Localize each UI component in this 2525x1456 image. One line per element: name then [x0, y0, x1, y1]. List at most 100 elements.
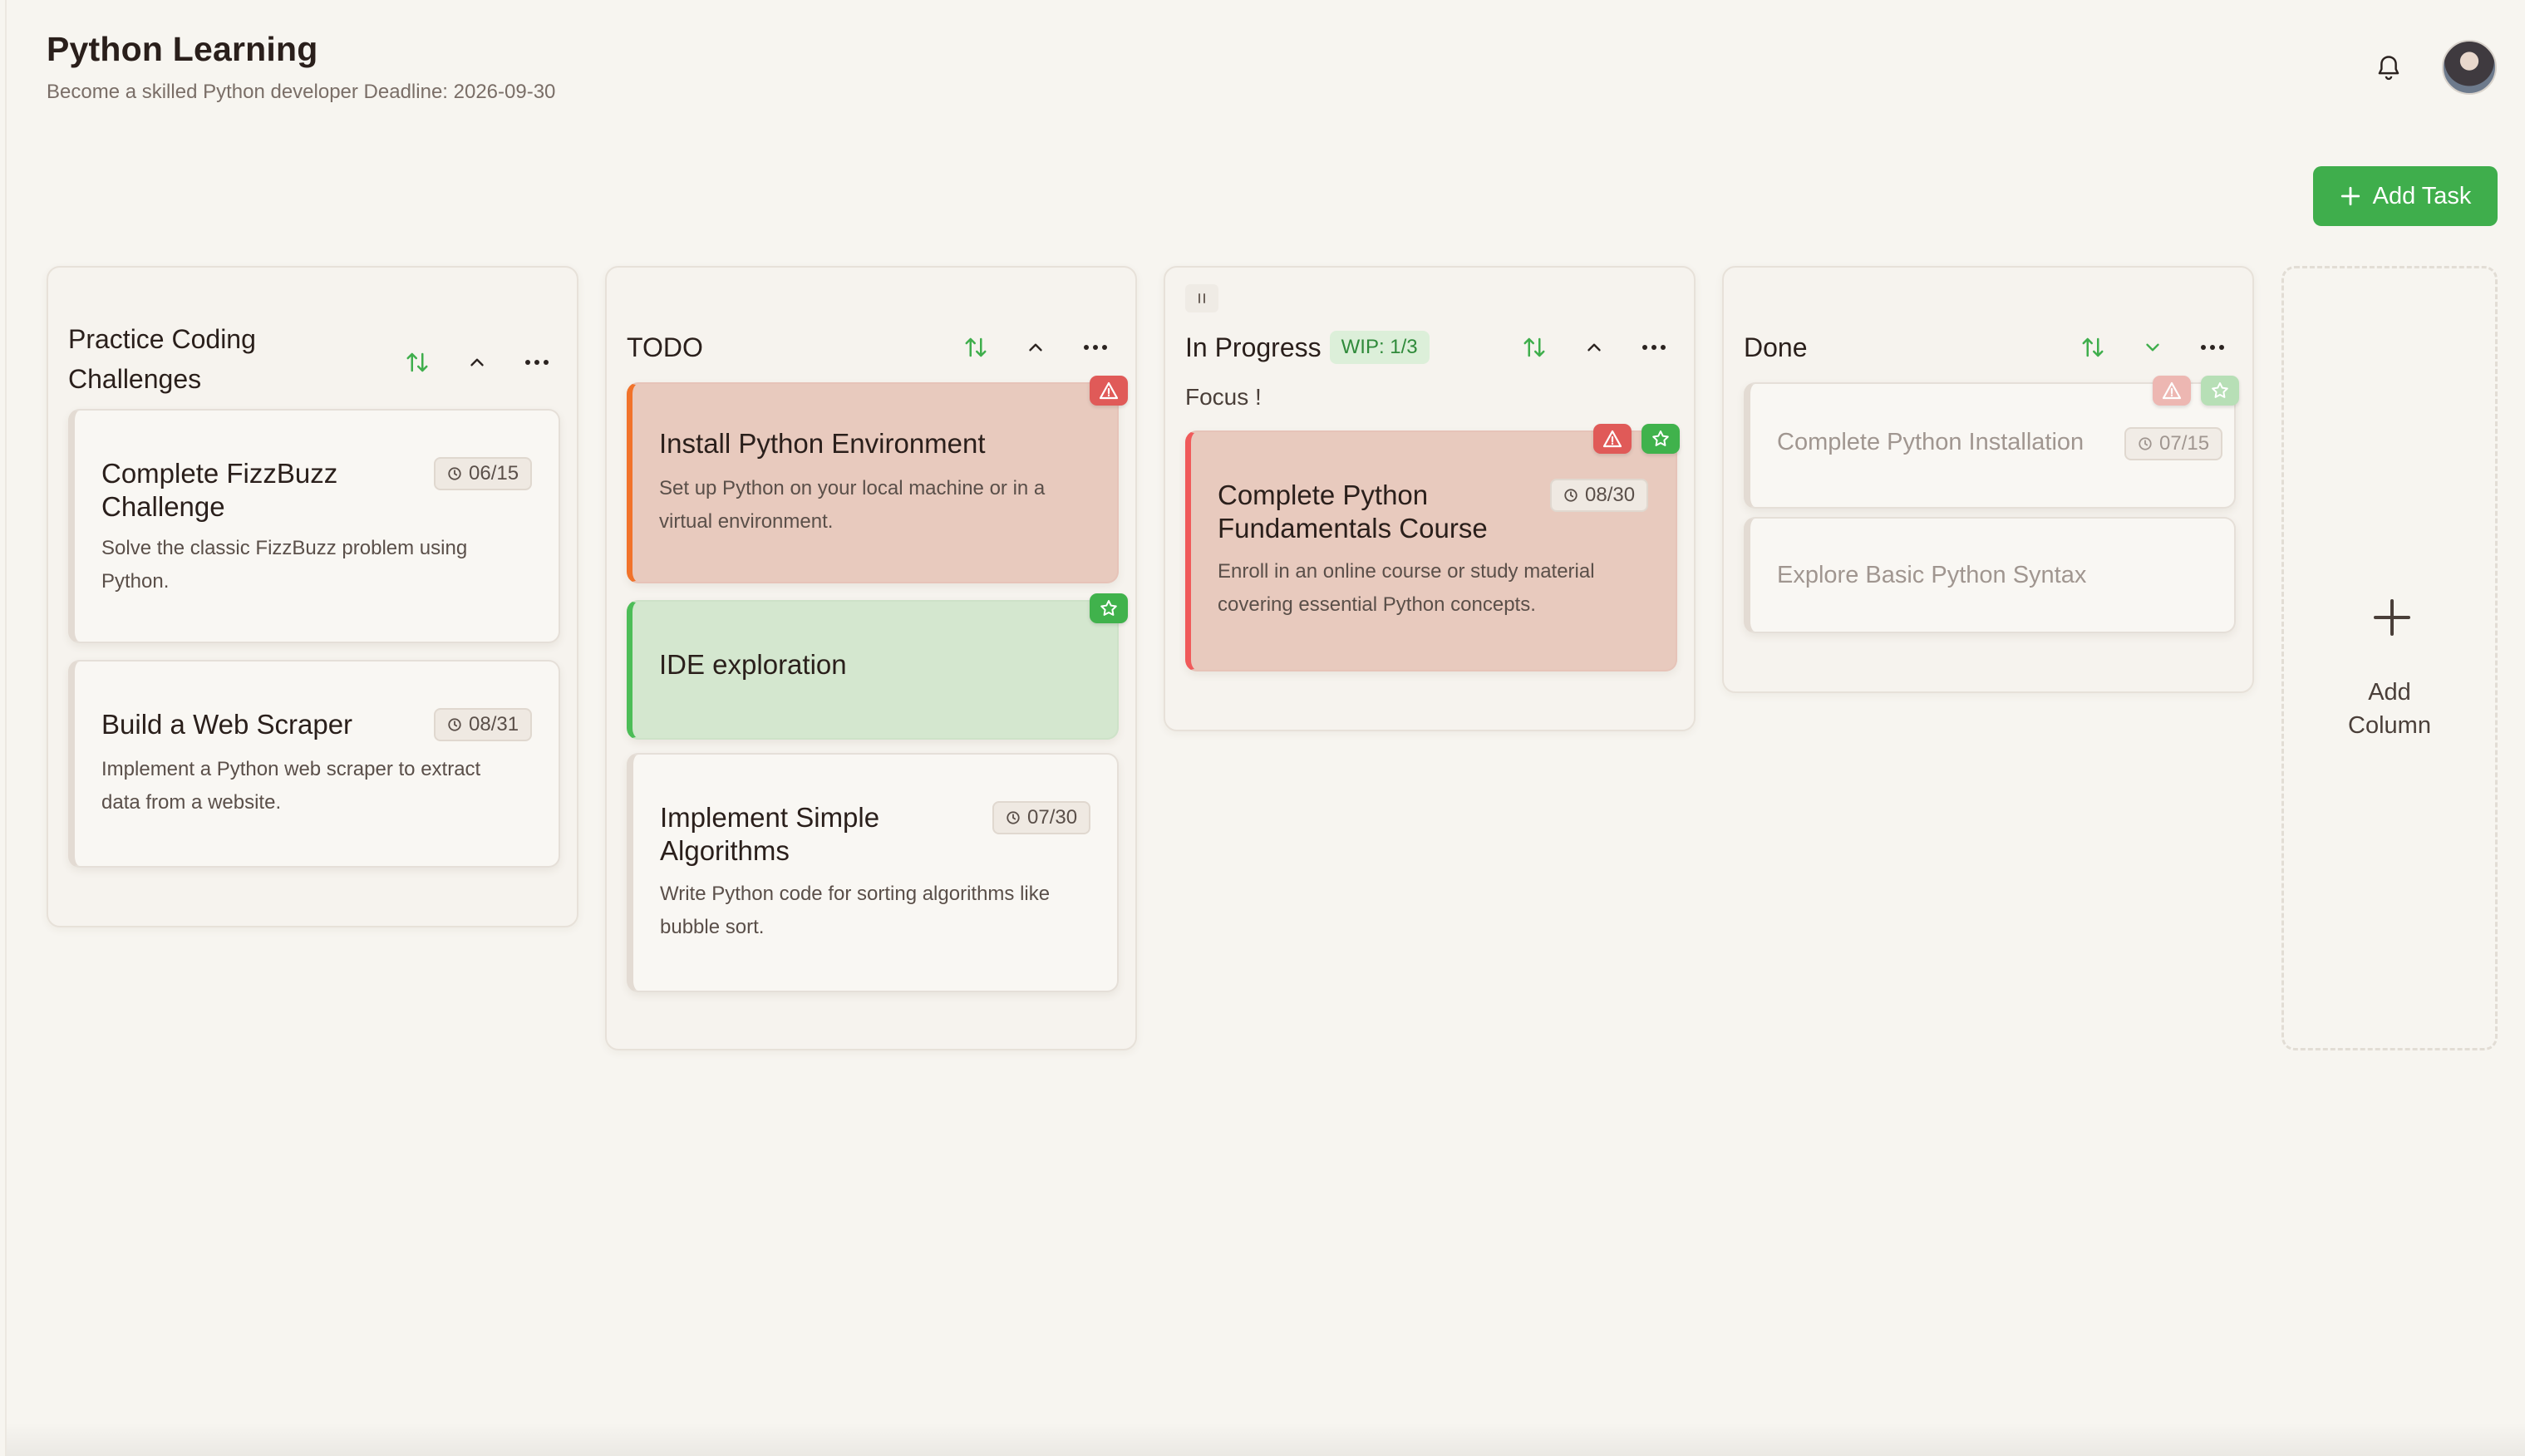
drag-handle-icon [1199, 293, 1205, 303]
card-title: Complete Python Fundamentals Course [1218, 479, 1488, 545]
column-title[interactable]: In Progress [1185, 327, 1322, 367]
collapse-button[interactable] [1016, 327, 1056, 367]
column-note: Focus ! [1185, 384, 1262, 410]
wip-badge: WIP: 1/3 [1329, 331, 1430, 364]
card-description: Implement a Python web scraper to extrac… [101, 753, 480, 819]
sort-icon [1523, 337, 1545, 357]
add-column-label-line: Add [2368, 679, 2411, 706]
task-card[interactable]: Build a Web Scraper 08/31 Implement a Py… [68, 660, 560, 868]
plus-icon [2340, 186, 2360, 206]
card-title-line: Complete Python [1218, 480, 1429, 510]
sort-button[interactable] [1514, 327, 1554, 367]
column-menu-button[interactable] [1634, 327, 1674, 367]
notifications-button[interactable] [2369, 48, 2409, 88]
more-icon [525, 360, 549, 365]
column-title-line: Challenges [68, 364, 202, 394]
card-title: Install Python Environment [659, 428, 986, 459]
star-badge [1090, 593, 1128, 623]
add-task-button[interactable]: Add Task [2313, 166, 2498, 226]
column-menu-button[interactable] [1075, 327, 1115, 367]
column-title[interactable]: TODO [627, 327, 703, 367]
column-title[interactable]: Practice Coding Challenges [68, 319, 256, 399]
collapse-button[interactable] [1574, 327, 1614, 367]
column-header: In Progress WIP: 1/3 [1185, 327, 1674, 367]
star-icon [1652, 430, 1669, 446]
sort-button[interactable] [956, 327, 996, 367]
avatar[interactable] [2442, 40, 2497, 95]
task-card[interactable]: Implement Simple Algorithms 07/30 Write … [627, 753, 1119, 992]
clock-icon [1007, 811, 1020, 824]
card-description-line: covering essential Python concepts. [1218, 593, 1536, 616]
card-description: Enroll in an online course or study mate… [1218, 555, 1595, 622]
column-title-line: Practice Coding [68, 324, 256, 354]
card-description-line: Write Python code for sorting algorithms… [660, 883, 1051, 905]
alert-icon [2162, 381, 2182, 400]
clock-icon [448, 467, 461, 480]
board-title: Python Learning [47, 30, 318, 68]
due-date: 07/30 [1027, 806, 1078, 829]
priority-badge [1090, 376, 1128, 406]
column-menu-button[interactable] [2193, 327, 2232, 367]
card-description-line: Enroll in an online course or study mate… [1218, 560, 1595, 583]
sort-button[interactable] [2073, 327, 2113, 367]
expand-button[interactable] [2133, 327, 2173, 367]
board-subtitle: Become a skilled Python developer Deadli… [47, 81, 556, 103]
sort-icon [406, 352, 428, 372]
bell-icon [2378, 56, 2399, 81]
card-title: Build a Web Scraper [101, 709, 353, 740]
card-title-line: Algorithms [660, 835, 790, 866]
star-icon [1100, 600, 1117, 616]
column-drag-handle[interactable] [1185, 284, 1218, 312]
priority-badge [2153, 376, 2191, 406]
due-date: 08/30 [1585, 484, 1636, 506]
star-badge [1641, 424, 1680, 454]
card-title: Complete Python Installation [1777, 429, 2084, 455]
sort-icon [965, 337, 987, 357]
column-practice-coding-challenges: Practice Coding Challenges Complete Fizz… [47, 266, 578, 927]
column-in-progress: In Progress WIP: 1/3 Focus ! Complete Py… [1164, 266, 1696, 731]
card-description-line: Solve the classic FizzBuzz problem using [101, 537, 468, 559]
column-header: Done [1744, 327, 2232, 367]
more-icon [1642, 345, 1666, 350]
task-card[interactable]: Complete FizzBuzz Challenge 06/15 Solve … [68, 409, 560, 643]
due-date-badge: 06/15 [434, 457, 533, 490]
add-column-label-line: Column [2348, 712, 2431, 739]
alert-icon [1602, 430, 1622, 448]
column-header: TODO [627, 327, 1115, 367]
clock-icon [448, 718, 461, 731]
due-date: 07/15 [2159, 432, 2210, 455]
chevron-up-icon [470, 358, 484, 366]
add-task-label: Add Task [2372, 182, 2472, 209]
alert-icon [1099, 381, 1119, 400]
column-header: Practice Coding Challenges [68, 319, 557, 399]
task-card[interactable]: Complete Python Fundamentals Course 08/3… [1185, 424, 1680, 671]
collapse-button[interactable] [457, 342, 497, 382]
chevron-up-icon [1029, 343, 1042, 352]
card-title: Complete FizzBuzz Challenge [101, 457, 337, 524]
card-title: Explore Basic Python Syntax [1777, 562, 2087, 588]
plus-icon [2374, 599, 2410, 636]
chevron-up-icon [1587, 343, 1601, 352]
card-description-line: Implement a Python web scraper to extrac… [101, 758, 481, 780]
card-title-line: Challenge [101, 491, 225, 522]
column-menu-button[interactable] [517, 342, 557, 382]
clock-icon [1564, 489, 1578, 502]
task-card[interactable]: Complete Python Installation 07/15 [1744, 376, 2239, 509]
card-description-line: Python. [101, 570, 170, 593]
card-description: Set up Python on your local machine or i… [659, 472, 1045, 539]
add-column-button[interactable]: Add Column [2281, 266, 2498, 1050]
card-title-line: Implement Simple [660, 802, 880, 833]
star-icon [2212, 382, 2228, 398]
more-icon [2201, 345, 2224, 350]
task-card[interactable]: IDE exploration [627, 593, 1128, 740]
card-description-line: data from a website. [101, 791, 282, 814]
card-description: Write Python code for sorting algorithms… [660, 878, 1050, 944]
sort-button[interactable] [397, 342, 437, 382]
task-card[interactable]: Install Python Environment Set up Python… [627, 376, 1128, 583]
column-title[interactable]: Done [1744, 327, 1808, 367]
due-date: 06/15 [469, 462, 519, 485]
column-done: Done Complete Python Installation 07/15 … [1722, 266, 2254, 693]
card-title-line: Fundamentals Course [1218, 513, 1488, 544]
due-date: 08/31 [469, 713, 519, 735]
task-card[interactable]: Explore Basic Python Syntax [1744, 517, 2236, 633]
